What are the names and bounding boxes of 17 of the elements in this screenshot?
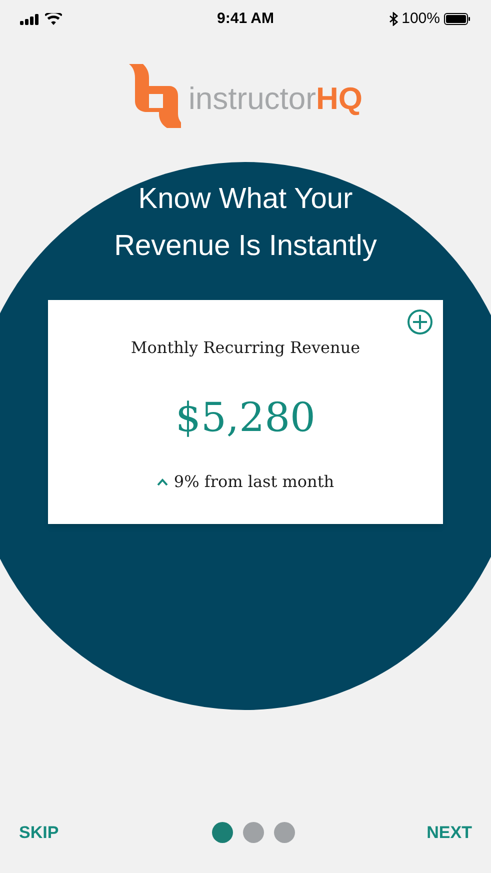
signal-icon [20, 14, 40, 24]
battery-percent: 100% [402, 8, 440, 29]
logo-wordmark: instructorHQ [188, 83, 362, 114]
logo-icon [128, 64, 180, 128]
metric-value: $5,280 [176, 394, 316, 443]
next-button[interactable]: NEXT [426, 820, 472, 845]
metric-label: Monthly Recurring Revenue [130, 337, 360, 359]
headline: Revenue Is Instantly [114, 229, 377, 264]
headline: Know What Your [138, 182, 353, 217]
skip-button[interactable]: SKIP [19, 820, 59, 845]
battery-icon [444, 13, 471, 25]
bluetooth-icon [388, 12, 398, 26]
caret-up-icon [156, 478, 168, 486]
change-text: 9% from last month [174, 471, 334, 493]
add-icon[interactable] [407, 309, 433, 335]
clock-time: 9:41 AM [217, 8, 274, 29]
wifi-icon [45, 13, 62, 25]
